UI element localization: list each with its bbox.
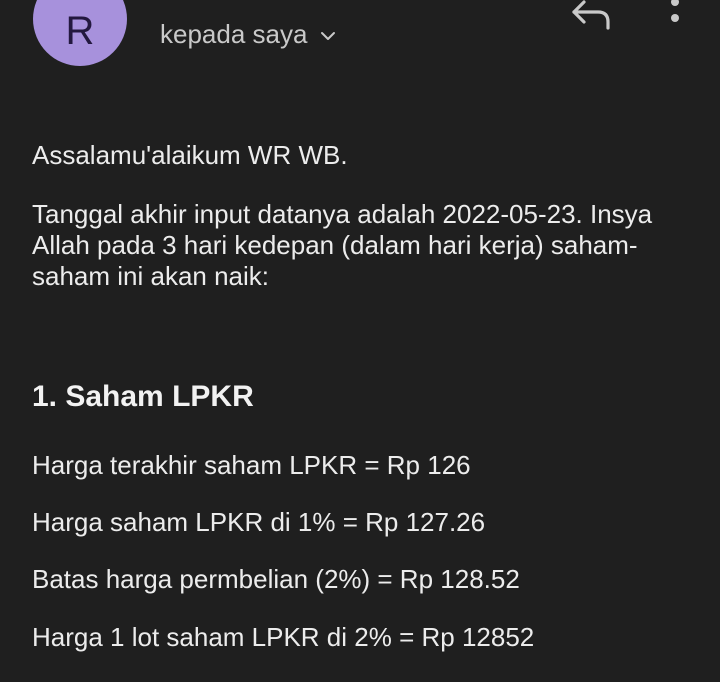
detail-line-price-1pct: Harga saham LPKR di 1% = Rp 127.26 bbox=[32, 507, 486, 537]
reply-icon[interactable] bbox=[570, 0, 616, 30]
section-title: 1. Saham LPKR bbox=[32, 380, 254, 413]
email-body: Assalamu'alaikum WR WB. Tanggal akhir in… bbox=[32, 140, 692, 292]
intro-text: Tanggal akhir input datanya adalah 2022-… bbox=[32, 199, 653, 291]
chevron-down-icon bbox=[321, 31, 336, 40]
recipient-label: kepada saya bbox=[160, 19, 308, 49]
avatar-letter: R bbox=[65, 9, 95, 53]
sender-avatar[interactable]: R bbox=[33, 0, 127, 66]
greeting-text: Assalamu'alaikum WR WB. bbox=[32, 140, 348, 170]
detail-line-lot-price: Harga 1 lot saham LPKR di 2% = Rp 12852 bbox=[32, 622, 535, 652]
detail-line-last-price: Harga terakhir saham LPKR = Rp 126 bbox=[32, 450, 471, 480]
email-screen: R kepada saya Assalamu'alaikum WR WB. Ta… bbox=[0, 0, 720, 682]
detail-line-buy-limit: Batas harga permbelian (2%) = Rp 128.52 bbox=[32, 564, 520, 594]
recipient-toggle[interactable]: kepada saya bbox=[160, 19, 337, 50]
more-vert-icon[interactable] bbox=[665, 0, 685, 28]
email-header: R kepada saya bbox=[0, 0, 720, 80]
